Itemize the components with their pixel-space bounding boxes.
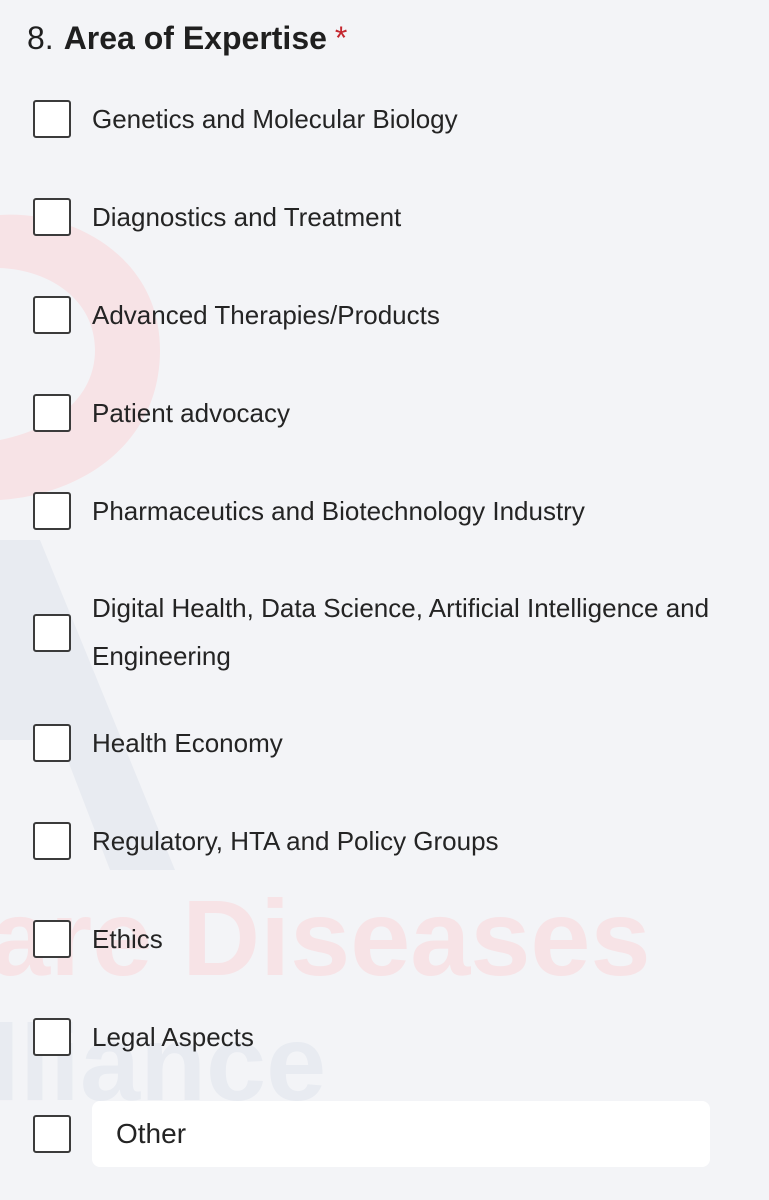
option-label-pharmaceutics[interactable]: Pharmaceutics and Biotechnology Industry	[92, 487, 732, 535]
question-title: 8. Area of Expertise *	[27, 18, 347, 58]
checkbox-health-economy[interactable]	[33, 724, 71, 762]
option-label-genetics[interactable]: Genetics and Molecular Biology	[92, 95, 732, 143]
watermark-red-arc	[0, 214, 160, 500]
checkbox-genetics[interactable]	[33, 100, 71, 138]
option-label-digital-health[interactable]: Digital Health, Data Science, Artificial…	[92, 584, 732, 680]
option-label-health-economy[interactable]: Health Economy	[92, 719, 732, 767]
option-label-advanced-therapies[interactable]: Advanced Therapies/Products	[92, 291, 732, 339]
option-label-regulatory[interactable]: Regulatory, HTA and Policy Groups	[92, 817, 732, 865]
checkbox-ethics[interactable]	[33, 920, 71, 958]
option-label-patient-advocacy[interactable]: Patient advocacy	[92, 389, 732, 437]
checkbox-digital-health[interactable]	[33, 614, 71, 652]
checkbox-pharmaceutics[interactable]	[33, 492, 71, 530]
other-text-input[interactable]	[92, 1101, 710, 1167]
checkbox-patient-advocacy[interactable]	[33, 394, 71, 432]
option-label-ethics[interactable]: Ethics	[92, 915, 732, 963]
option-label-legal-aspects[interactable]: Legal Aspects	[92, 1013, 732, 1061]
checkbox-regulatory[interactable]	[33, 822, 71, 860]
required-asterisk: *	[334, 20, 348, 56]
checkbox-legal-aspects[interactable]	[33, 1018, 71, 1056]
checkbox-diagnostics[interactable]	[33, 198, 71, 236]
checkbox-advanced-therapies[interactable]	[33, 296, 71, 334]
option-label-diagnostics[interactable]: Diagnostics and Treatment	[92, 193, 732, 241]
question-text: Area of Expertise	[63, 20, 327, 56]
checkbox-other[interactable]	[33, 1115, 71, 1153]
question-number: 8.	[27, 20, 54, 56]
